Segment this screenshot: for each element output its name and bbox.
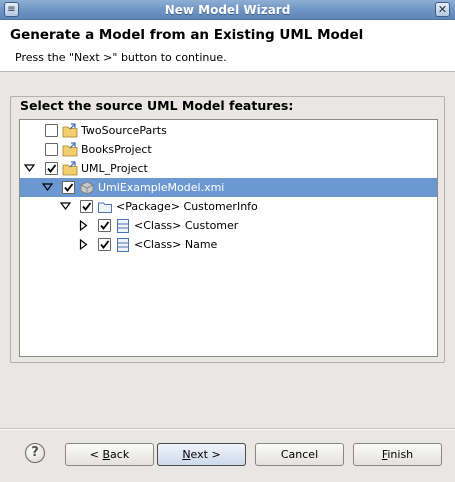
tree-item-booksproject[interactable]: BooksProject — [20, 140, 437, 159]
checkbox-checked[interactable] — [98, 238, 111, 251]
back-mnemonic: B — [102, 448, 111, 461]
expand-arrow-icon[interactable] — [78, 220, 89, 231]
project-folder-icon — [62, 123, 78, 138]
checkbox-checked[interactable] — [62, 181, 75, 194]
collapse-arrow-icon[interactable] — [42, 182, 53, 193]
close-icon[interactable]: ✕ — [435, 2, 450, 17]
group-label: Select the source UML Model features: — [19, 98, 295, 113]
next-button[interactable]: Next > — [157, 443, 246, 466]
tree-item-label: <Package> CustomerInfo — [116, 200, 258, 213]
back-button[interactable]: < Back — [65, 443, 154, 466]
wizard-header: Generate a Model from an Existing UML Mo… — [0, 20, 455, 72]
back-prefix: < — [89, 448, 103, 461]
model-file-icon — [80, 181, 94, 195]
checkbox-unchecked[interactable] — [45, 124, 58, 137]
finish-button[interactable]: Finish — [353, 443, 442, 466]
cancel-button[interactable]: Cancel — [255, 443, 344, 466]
expand-arrow-icon[interactable] — [78, 239, 89, 250]
collapse-arrow-icon[interactable] — [24, 163, 35, 174]
page-message: Press the "Next >" button to continue. — [15, 51, 227, 64]
tree-item-label: BooksProject — [81, 143, 152, 156]
tree-item-label: <Class> Customer — [134, 219, 239, 232]
page-title: Generate a Model from an Existing UML Mo… — [10, 27, 364, 43]
project-folder-icon — [62, 161, 78, 176]
tree-item-label: UmlExampleModel.xmi — [98, 181, 225, 194]
tree-item-label: <Class> Name — [134, 238, 218, 251]
button-bar-separator — [0, 428, 455, 430]
window-title: New Model Wizard — [164, 3, 291, 17]
finish-rest: inish — [387, 448, 414, 461]
tree-item-label: UML_Project — [81, 162, 148, 175]
checkbox-unchecked[interactable] — [45, 143, 58, 156]
tree-item-umlexamplemodel[interactable]: UmlExampleModel.xmi — [20, 178, 437, 197]
tree-item-package-customerinfo[interactable]: <Package> CustomerInfo — [20, 197, 437, 216]
checkbox-checked[interactable] — [80, 200, 93, 213]
tree-item-uml-project[interactable]: UML_Project — [20, 159, 437, 178]
title-bar: ≡ New Model Wizard ✕ — [0, 0, 455, 20]
tree-item-class-name[interactable]: <Class> Name — [20, 235, 437, 254]
feature-tree[interactable]: TwoSourceParts BooksProject UML_Project — [19, 119, 438, 357]
tree-item-class-customer[interactable]: <Class> Customer — [20, 216, 437, 235]
package-folder-icon — [98, 202, 112, 213]
collapse-arrow-icon[interactable] — [60, 201, 71, 212]
help-icon[interactable]: ? — [25, 443, 45, 463]
next-rest: ext > — [190, 448, 221, 461]
next-mnemonic: N — [182, 448, 191, 461]
class-icon — [117, 238, 129, 252]
class-icon — [117, 219, 129, 233]
checkbox-checked[interactable] — [45, 162, 58, 175]
back-rest: ack — [110, 448, 130, 461]
checkbox-checked[interactable] — [98, 219, 111, 232]
tree-item-label: TwoSourceParts — [81, 124, 167, 137]
tree-item-twosourceparts[interactable]: TwoSourceParts — [20, 121, 437, 140]
project-folder-icon — [62, 142, 78, 157]
